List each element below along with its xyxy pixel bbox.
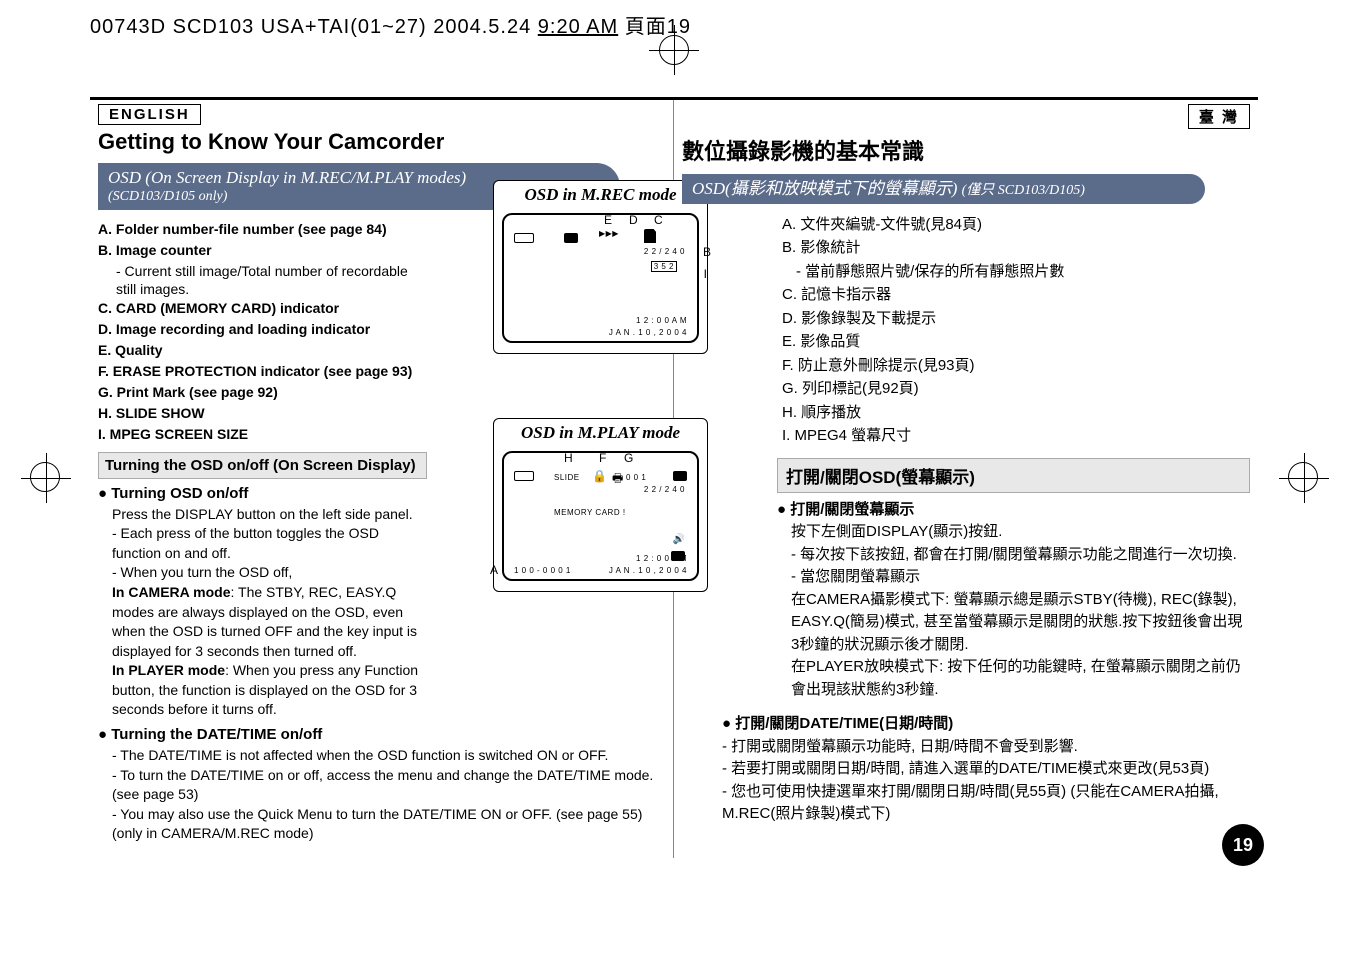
label-e: E bbox=[604, 213, 612, 227]
osd-items-en: A. Folder number-file number (see page 8… bbox=[98, 220, 427, 444]
label-f: F bbox=[599, 451, 606, 465]
file-prefix: 00743D SCD103 USA+TAI(01~27) 2004.5.24 bbox=[90, 16, 538, 38]
page-label: 頁面19 bbox=[625, 10, 691, 39]
memory-card-text: MEMORY CARD ! bbox=[554, 508, 626, 517]
subheader-main-en: OSD (On Screen Display in M.REC/M.PLAY m… bbox=[108, 168, 466, 187]
item-b-en: Image counter bbox=[116, 242, 212, 258]
battery-icon bbox=[564, 233, 578, 243]
pm-count: 0 0 1 bbox=[626, 473, 646, 482]
body-osd-zh: ● 打開/關閉螢幕顯示 按下左側面DISPLAY(顯示)按鈕. - 每次按下該按… bbox=[777, 499, 1250, 702]
bullet-osd-zh: ● 打開/關閉螢幕顯示 bbox=[777, 499, 1250, 522]
slide-text: SLIDE bbox=[554, 473, 580, 482]
item-g-en: Print Mark (see page 92) bbox=[117, 384, 278, 400]
section-turning-osd-en: Turning the OSD on/off (On Screen Displa… bbox=[98, 452, 427, 479]
item-b-sub-en: - Current still image/Total number of re… bbox=[116, 262, 427, 300]
osd-items-zh: A. 文件夾編號-文件號(見84頁) B. 影像統計 - 當前靜態照片號/保存的… bbox=[782, 214, 1250, 448]
subheader-main-zh: OSD(攝影和放映模式下的螢幕顯示) bbox=[692, 179, 957, 198]
lock-icon: 🔒 bbox=[592, 469, 607, 483]
column-chinese: 臺 灣 數位攝錄影機的基本常識 OSD(攝影和放映模式下的螢幕顯示) (僅只 S… bbox=[674, 100, 1258, 858]
section-turning-osd-zh: 打開/關閉OSD(螢幕顯示) bbox=[777, 458, 1250, 493]
sd-card-icon bbox=[644, 229, 656, 243]
quality-arrows-icon: ▶▶▶ bbox=[599, 229, 619, 238]
label-g: G bbox=[624, 451, 633, 465]
screen-mrec: E D C B I ▶▶▶ 2 2 / 2 4 0 3 5 2 1 2 : 0 … bbox=[502, 213, 699, 343]
label-d: D bbox=[629, 213, 638, 227]
body-datetime-en: - The DATE/TIME is not affected when the… bbox=[112, 746, 665, 844]
item-e-zh: E. 影像品質 bbox=[782, 331, 1250, 354]
item-f-en: ERASE PROTECTION indicator (see page 93) bbox=[113, 363, 413, 379]
item-h-zh: H. 順序播放 bbox=[782, 402, 1250, 425]
heading-english: Getting to Know Your Camcorder bbox=[98, 129, 665, 155]
item-i-en: MPEG SCREEN SIZE bbox=[110, 426, 248, 442]
label-c: C bbox=[654, 213, 663, 227]
label-a: A bbox=[490, 563, 498, 577]
heading-chinese: 數位攝錄影機的基本常識 bbox=[682, 134, 1250, 166]
body-datetime-zh: ● 打開/關閉DATE/TIME(日期/時間) - 打開或關閉螢幕顯示功能時, … bbox=[722, 713, 1250, 826]
item-i-zh: I. MPEG4 螢幕尺寸 bbox=[782, 425, 1250, 448]
bullet-datetime-zh: ● 打開/關閉DATE/TIME(日期/時間) bbox=[722, 713, 1250, 736]
item-a-zh: A. 文件夾編號-文件號(見84頁) bbox=[782, 214, 1250, 237]
item-c-en: CARD (MEMORY CARD) indicator bbox=[116, 300, 339, 316]
content-columns: ENGLISH Getting to Know Your Camcorder O… bbox=[90, 97, 1258, 858]
subheader-small-zh: (僅只 SCD103/D105) bbox=[962, 183, 1085, 198]
screen-mplay: H F G A SLIDE 🔒 🖶 0 0 1 2 2 / 2 4 0 MEMO… bbox=[502, 451, 699, 581]
item-f-zh: F. 防止意外刪除提示(見93頁) bbox=[782, 355, 1250, 378]
lang-chinese-label: 臺 灣 bbox=[1188, 104, 1250, 129]
label-h: H bbox=[564, 451, 573, 465]
tape-icon bbox=[514, 233, 534, 243]
print-icon: 🖶 bbox=[612, 469, 623, 490]
file-time: 9:20 AM bbox=[538, 16, 618, 38]
body-osd-en: Press the DISPLAY button on the left sid… bbox=[112, 505, 430, 721]
column-english: ENGLISH Getting to Know Your Camcorder O… bbox=[90, 100, 674, 858]
lang-english-label: ENGLISH bbox=[98, 104, 201, 125]
folder-text: 1 0 0 - 0 0 0 1 bbox=[514, 566, 571, 575]
page: 00743D SCD103 USA+TAI(01~27) 2004.5.24 9… bbox=[0, 0, 1348, 878]
item-g-zh: G. 列印標記(見92頁) bbox=[782, 378, 1250, 401]
bullet-datetime-en: ● Turning the DATE/TIME on/off bbox=[98, 726, 665, 743]
item-b-zh: B. 影像統計 bbox=[782, 237, 1250, 260]
item-c-zh: C. 記憶卡指示器 bbox=[782, 284, 1250, 307]
item-b-sub-zh: - 當前靜態照片號/保存的所有靜態照片數 bbox=[796, 261, 1250, 284]
page-number-badge: 19 bbox=[1222, 824, 1264, 866]
item-d-zh: D. 影像錄製及下載提示 bbox=[782, 308, 1250, 331]
item-a-en: Folder number-file number (see page 84) bbox=[116, 221, 387, 237]
item-e-en: Quality bbox=[115, 342, 162, 358]
item-d-en: Image recording and loading indicator bbox=[116, 321, 370, 337]
registration-mark-right bbox=[1288, 462, 1318, 492]
tape-icon-2 bbox=[514, 471, 534, 481]
item-h-en: SLIDE SHOW bbox=[116, 405, 205, 421]
registration-mark-left bbox=[30, 462, 60, 492]
subheader-chinese: OSD(攝影和放映模式下的螢幕顯示) (僅只 SCD103/D105) bbox=[682, 174, 1205, 204]
